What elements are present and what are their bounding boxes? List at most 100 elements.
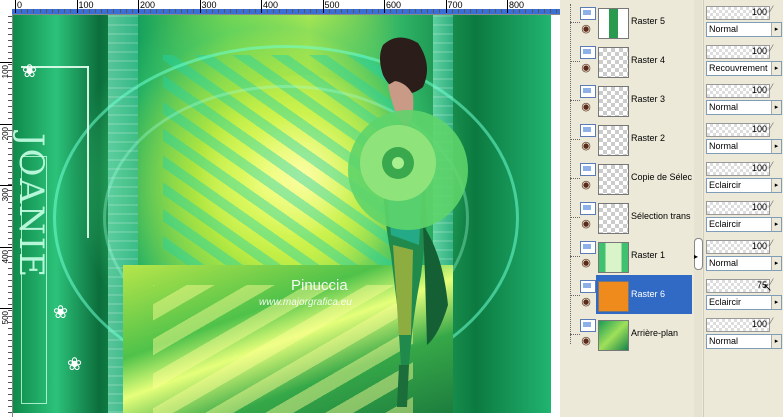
layer-properties-row: 100 ⁄ Recouvrement ▸ [703, 41, 782, 80]
layer-row[interactable]: ◉ Raster 6 [560, 275, 695, 314]
opacity-slider[interactable]: 100 [706, 123, 770, 137]
layer-row[interactable]: ◉ Raster 3 [560, 80, 695, 119]
layer-thumbnail [598, 320, 629, 351]
layer-row[interactable]: ◉ Raster 2 [560, 119, 695, 158]
opacity-slider[interactable]: 100 [706, 6, 770, 20]
layer-row[interactable]: ◉ Copie de Sélec [560, 158, 695, 197]
visibility-eye-icon[interactable]: ◉ [579, 180, 593, 191]
opacity-slider[interactable]: 100 [706, 162, 770, 176]
blend-mode-select[interactable]: Recouvrement ▸ [706, 61, 782, 76]
opacity-value: 100 [751, 46, 767, 56]
blend-mode-select[interactable]: Eclaircir ▸ [706, 295, 782, 310]
layer-row[interactable]: ◉ Raster 1 [560, 236, 695, 275]
opacity-slider[interactable]: 100 [706, 45, 770, 59]
opacity-slider[interactable]: 100 [706, 318, 770, 332]
ruler-label: 800 [509, 0, 525, 10]
raster-layer-icon [580, 46, 596, 59]
opacity-edit-icon[interactable]: ⁄ [771, 238, 773, 248]
layer-properties-row: 100 ⁄ Normal ▸ [703, 236, 782, 275]
dropdown-arrow-icon[interactable]: ▸ [771, 218, 781, 231]
opacity-edit-icon[interactable]: ⁄ [771, 277, 773, 287]
blend-mode-select[interactable]: Eclaircir ▸ [706, 217, 782, 232]
ruler-minor-tick [550, 9, 552, 13]
ruler-minor-tick [347, 9, 349, 13]
ruler-minor-tick [8, 382, 12, 383]
ruler-minor-tick [64, 9, 66, 13]
ruler-minor-tick [377, 9, 379, 13]
ruler-minor-tick [8, 142, 12, 143]
ruler-minor-tick [8, 112, 12, 113]
opacity-value: 100 [751, 85, 767, 95]
opacity-slider[interactable]: 100 [706, 201, 770, 215]
ruler-minor-tick [211, 9, 213, 13]
ruler-minor-tick [8, 178, 12, 179]
ruler-minor-tick [8, 376, 12, 377]
ruler-minor-tick [8, 214, 12, 215]
raster-layer-icon [580, 241, 596, 254]
opacity-edit-icon[interactable]: ⁄ [771, 82, 773, 92]
ruler-tick [0, 123, 12, 125]
ruler-minor-tick [476, 9, 478, 13]
blend-mode-select[interactable]: Eclaircir ▸ [706, 178, 782, 193]
ruler-minor-tick [359, 9, 361, 13]
ruler-minor-tick [414, 9, 416, 13]
dropdown-arrow-icon[interactable]: ▸ [771, 296, 781, 309]
dropdown-arrow-icon[interactable]: ▸ [771, 257, 781, 270]
blend-mode-select[interactable]: Normal ▸ [706, 256, 782, 271]
opacity-edit-icon[interactable]: ⁄ [771, 199, 773, 209]
dropdown-arrow-icon[interactable]: ▸ [771, 23, 781, 36]
visibility-eye-icon[interactable]: ◉ [579, 102, 593, 113]
scroll-arrow-icon[interactable]: ▸ [691, 252, 701, 262]
visibility-eye-icon[interactable]: ◉ [579, 258, 593, 269]
blend-mode-select[interactable]: Normal ▸ [706, 334, 782, 349]
ruler-minor-tick [488, 9, 490, 13]
opacity-slider[interactable]: 75 ↖ [706, 279, 772, 294]
ruler-minor-tick [328, 9, 330, 13]
layer-row[interactable]: ◉ Raster 5 [560, 2, 695, 41]
ruler-minor-tick [242, 9, 244, 13]
ruler-minor-tick [267, 9, 269, 13]
ruler-label: 600 [386, 0, 402, 10]
opacity-slider[interactable]: 100 [706, 240, 770, 254]
layer-row[interactable]: ◉ Raster 4 [560, 41, 695, 80]
ruler-minor-tick [254, 9, 256, 13]
visibility-eye-icon[interactable]: ◉ [579, 336, 593, 347]
dropdown-arrow-icon[interactable]: ▸ [771, 335, 781, 348]
blend-mode-select[interactable]: Normal ▸ [706, 139, 782, 154]
artwork-canvas[interactable]: JOANIE ❀ ❀ ❀ Pinuccia www.majorgrafica.e… [13, 15, 551, 413]
ruler-minor-tick [8, 358, 12, 359]
visibility-eye-icon[interactable]: ◉ [579, 297, 593, 308]
layer-name: Raster 4 [631, 55, 666, 65]
blend-mode-value: Eclaircir [709, 297, 742, 307]
dropdown-arrow-icon[interactable]: ▸ [771, 179, 781, 192]
opacity-edit-icon[interactable]: ⁄ [771, 316, 773, 326]
opacity-edit-icon[interactable]: ⁄ [771, 160, 773, 170]
blend-mode-select[interactable]: Normal ▸ [706, 22, 782, 37]
ruler-minor-tick [8, 154, 12, 155]
ruler-label: 100 [1, 65, 10, 79]
layers-scrollbar[interactable] [694, 0, 702, 417]
ruler-minor-tick [556, 9, 558, 13]
visibility-eye-icon[interactable]: ◉ [579, 24, 593, 35]
frame-line-right [87, 66, 89, 238]
ruler-minor-tick [144, 9, 146, 13]
opacity-edit-icon[interactable]: ⁄ [771, 43, 773, 53]
layer-row[interactable]: ◉ Arrière-plan [560, 314, 695, 353]
opacity-edit-icon[interactable]: ⁄ [771, 4, 773, 14]
opacity-slider[interactable]: 100 [706, 84, 770, 98]
ruler-minor-tick [8, 118, 12, 119]
opacity-edit-icon[interactable]: ⁄ [771, 121, 773, 131]
ruler-minor-tick [365, 9, 367, 13]
dropdown-arrow-icon[interactable]: ▸ [771, 140, 781, 153]
ruler-minor-tick [291, 9, 293, 13]
ruler-minor-tick [8, 274, 12, 275]
blend-mode-select[interactable]: Normal ▸ [706, 100, 782, 115]
ruler-minor-tick [500, 9, 502, 13]
visibility-eye-icon[interactable]: ◉ [579, 141, 593, 152]
canvas-area[interactable]: 0 100 200 300 400 500 600 700 800 100 200 300 400 50… [0, 0, 560, 417]
visibility-eye-icon[interactable]: ◉ [579, 219, 593, 230]
dropdown-arrow-icon[interactable]: ▸ [771, 101, 781, 114]
layer-row[interactable]: ◉ Sélection trans [560, 197, 695, 236]
visibility-eye-icon[interactable]: ◉ [579, 63, 593, 74]
dropdown-arrow-icon[interactable]: ▸ [771, 62, 781, 75]
